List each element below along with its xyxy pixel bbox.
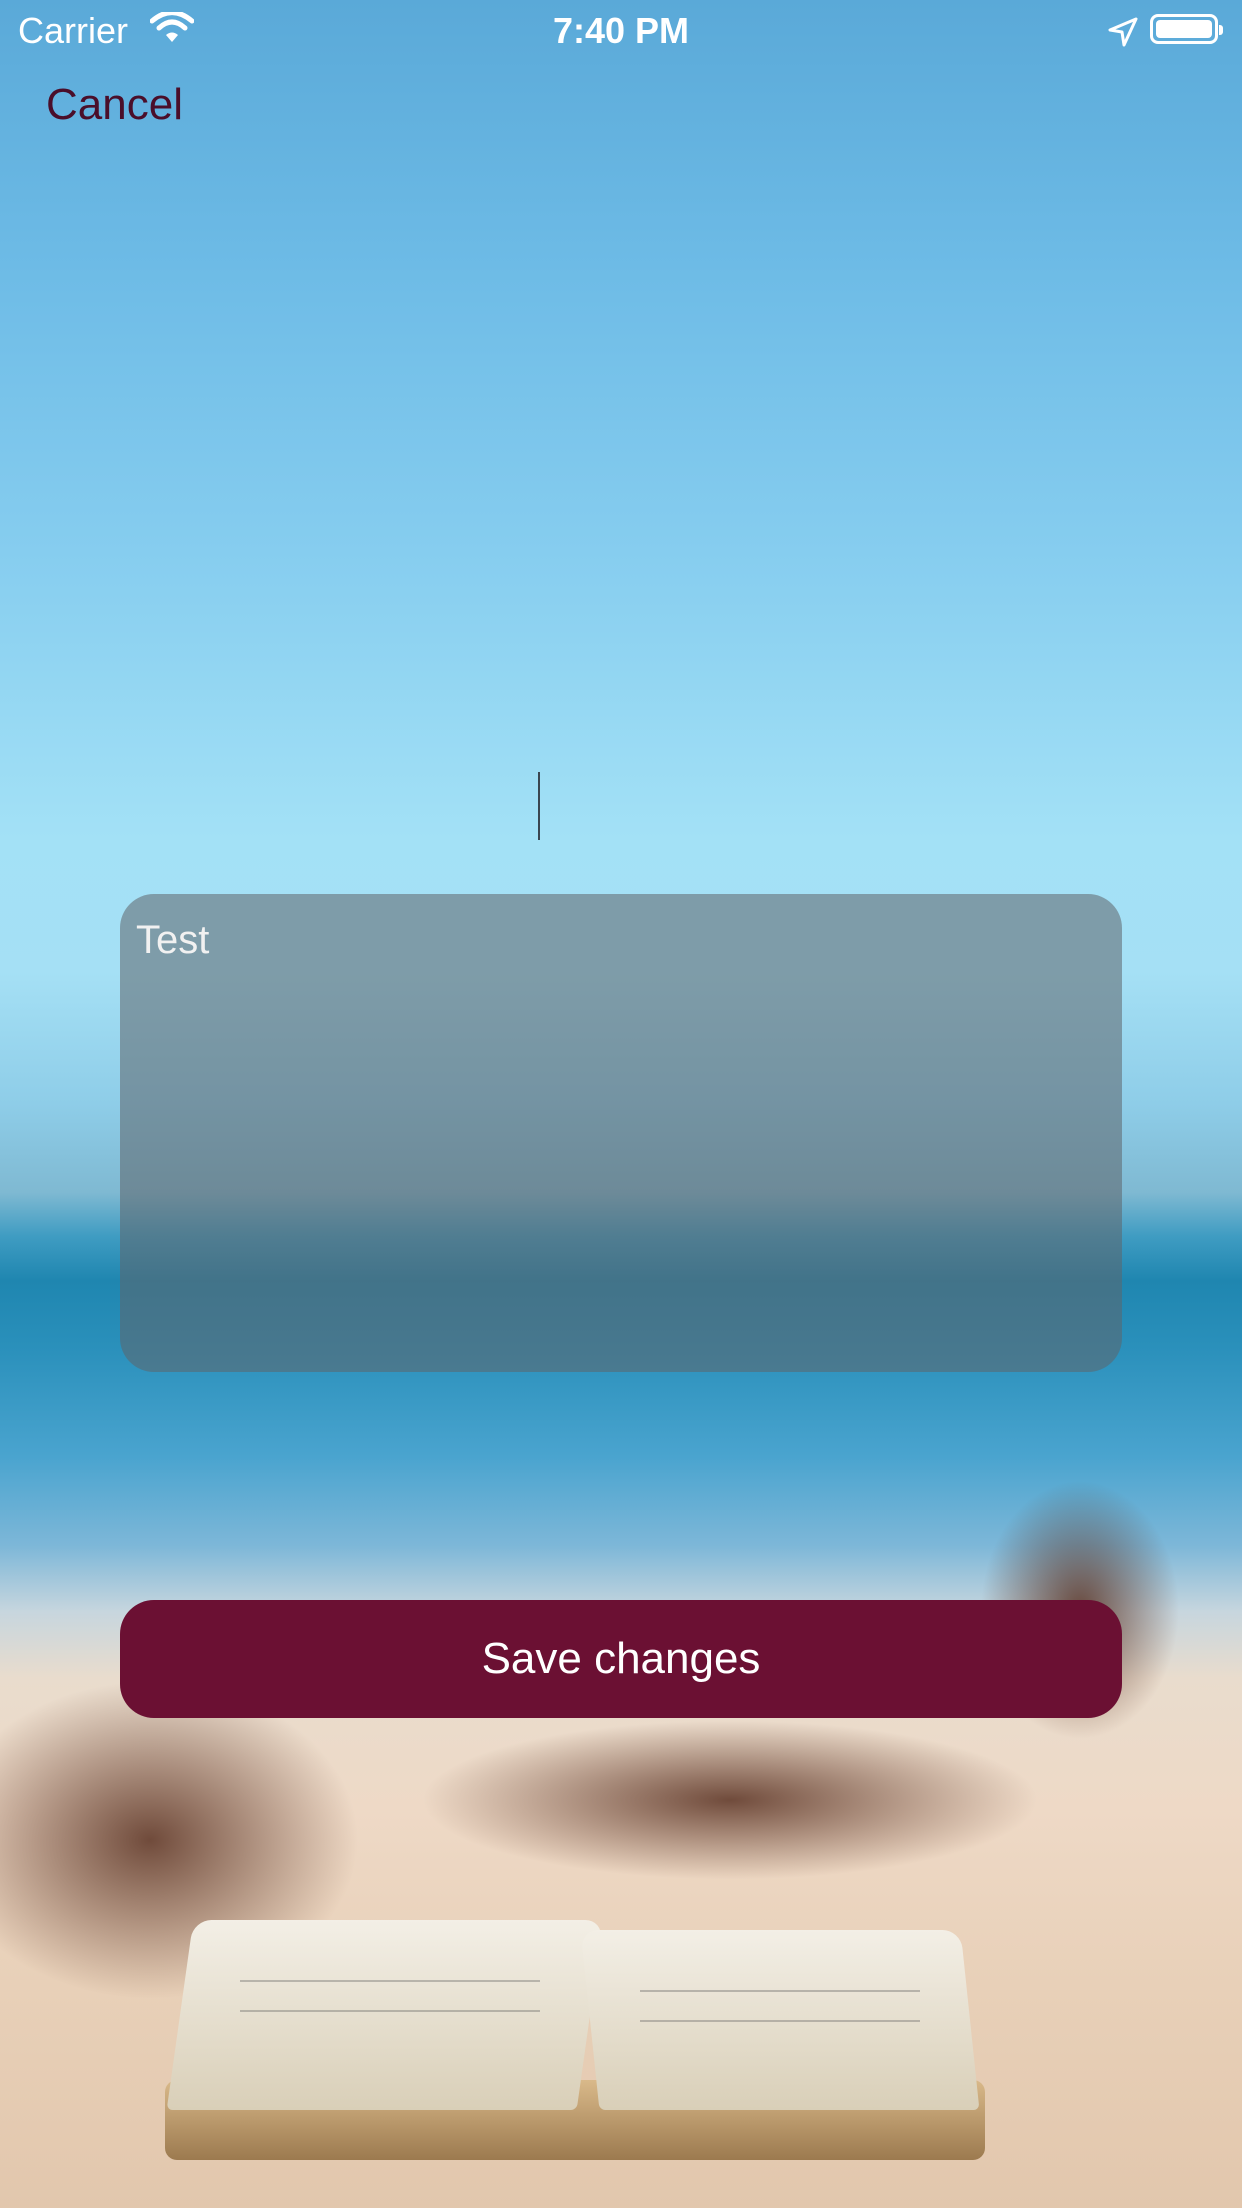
battery-level xyxy=(1156,20,1212,38)
book-text-line xyxy=(640,2020,920,2022)
book-text-line xyxy=(240,1980,540,1982)
cancel-button[interactable]: Cancel xyxy=(46,80,183,130)
battery-icon xyxy=(1150,14,1223,44)
book-left-page xyxy=(166,1920,604,2110)
status-time: 7:40 PM xyxy=(552,10,690,51)
save-changes-button[interactable]: Save changes xyxy=(120,1600,1122,1718)
note-text-area[interactable]: Test xyxy=(120,894,1122,1372)
driftwood-right xyxy=(420,1720,1040,1880)
book-text-line xyxy=(640,1990,920,1992)
text-cursor xyxy=(538,772,540,840)
note-text: Test xyxy=(136,918,210,962)
status-bar: Carrier 7:40 PM xyxy=(0,0,1242,60)
location-arrow-icon xyxy=(1108,14,1138,56)
book-text-line xyxy=(240,2010,540,2012)
